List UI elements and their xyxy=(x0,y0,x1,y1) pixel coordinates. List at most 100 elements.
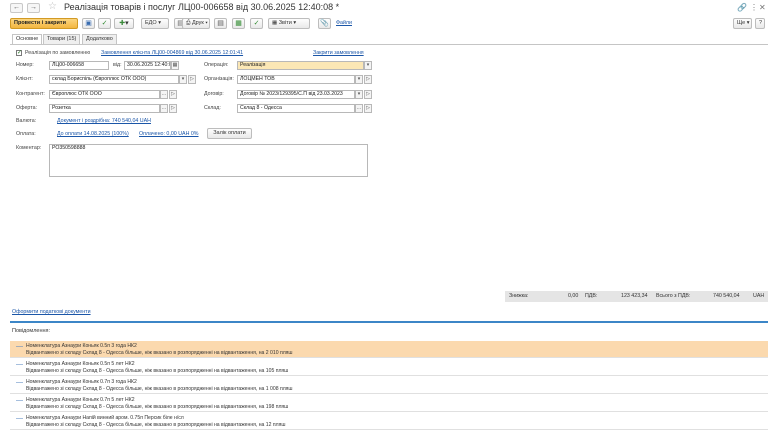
organization-open-icon[interactable]: ▷ xyxy=(364,75,372,84)
by-order-checkbox[interactable]: ✓ xyxy=(16,50,22,56)
more-button[interactable]: Ще ▾ xyxy=(733,18,752,29)
message-bullet-icon: — xyxy=(16,343,23,350)
files-link[interactable]: Файли xyxy=(336,20,352,26)
contract-label: Договір: xyxy=(204,91,224,97)
back-button[interactable]: ← xyxy=(10,3,23,13)
warehouse-field[interactable]: Склад 8 - Одесса xyxy=(237,104,355,113)
forward-button[interactable]: → xyxy=(27,3,40,13)
message-item[interactable]: — Номенклатура Азнаури Коньяк 0.7п 3 год… xyxy=(10,377,768,394)
more-label: Ще xyxy=(737,20,746,26)
offer-field[interactable]: Розетка xyxy=(49,104,160,113)
vat-value: 123 423,34 xyxy=(621,293,648,299)
title-bar: ← → ☆ Реалізація товарів і послуг ЛЦ00-0… xyxy=(0,0,768,16)
offer-select-icon[interactable]: ... xyxy=(160,104,168,113)
message-item[interactable]: — Номенклатура Азнаури Напій винний аром… xyxy=(10,413,768,430)
structure-icon[interactable]: ▦ xyxy=(232,18,245,29)
edo-button[interactable]: ЕДО ▾ xyxy=(141,18,169,29)
message-item[interactable]: — Номенклатура Азнаури Коньяк 0.7п 5 лет… xyxy=(10,395,768,412)
message-text: Відвантажено зі складу Склад 8 - Одесса … xyxy=(26,404,289,410)
save-icon[interactable]: ▣ xyxy=(82,18,95,29)
section-separator xyxy=(10,321,768,323)
message-bullet-icon: — xyxy=(16,361,23,368)
print-button[interactable]: ⎙ Друк ▾ xyxy=(182,18,210,29)
check-icon[interactable]: ✓ xyxy=(250,18,263,29)
print-label: Друк xyxy=(191,20,204,26)
operation-dropdown-icon[interactable]: ▾ xyxy=(364,61,372,70)
contract-field[interactable]: Договір № 2023/129395/С.П від 23.03.2023 xyxy=(237,90,355,99)
date-field[interactable]: 30.06.2025 12:40:08 xyxy=(124,61,171,70)
edo-label: ЕДО xyxy=(145,20,157,26)
messages-title: Повідомлення: xyxy=(12,328,51,334)
counterparty-label: Контрагент: xyxy=(16,91,45,97)
order-link[interactable]: Замовлення клієнта ЛЦ00-004869 від 30.06… xyxy=(101,50,243,56)
document-icon[interactable]: ▤ xyxy=(214,18,227,29)
calendar-icon[interactable]: ▦ xyxy=(171,61,179,70)
toolbar: Провести і закрити ▣ ✓ ✚▾ ЕДО ▾ ▤ ⎙ Друк… xyxy=(0,16,768,32)
message-title: Номенклатура Азнаури Напій винний аром. … xyxy=(26,415,184,421)
message-text: Відвантажено зі складу Склад 8 - Одесса … xyxy=(26,422,286,428)
currency-link[interactable]: Документ і роздрібна: 740 540,04 UAH xyxy=(57,118,151,124)
operation-select[interactable]: Реалізація xyxy=(237,61,364,70)
message-item[interactable]: — Номенклатура Азнаури Коньяк 0.5п 3 год… xyxy=(10,341,768,358)
organization-field[interactable]: ЛОЦМЕН ТОВ xyxy=(237,75,355,84)
warehouse-select-icon[interactable]: ... xyxy=(355,104,363,113)
message-bullet-icon: — xyxy=(16,397,23,404)
attach-icon[interactable]: 📎 xyxy=(318,18,331,29)
warehouse-open-icon[interactable]: ▷ xyxy=(364,104,372,113)
message-text: Відвантажено зі складу Склад 8 - Одесса … xyxy=(26,368,289,374)
discount-value: 0,00 xyxy=(568,293,579,299)
post-and-close-button[interactable]: Провести і закрити xyxy=(10,18,78,29)
message-title: Номенклатура Азнаури Коньяк 0.7п 3 года … xyxy=(26,379,137,385)
counterparty-field[interactable]: Європлюс ОТК ООО xyxy=(49,90,160,99)
comment-label: Коментар: xyxy=(16,145,42,151)
message-title: Номенклатура Азнаури Коньяк 0.5п 5 лет Н… xyxy=(26,361,135,367)
message-item[interactable]: — Номенклатура Азнаури Коньяк 0.5п 5 лет… xyxy=(10,359,768,376)
payment-offset-button[interactable]: Залік оплати xyxy=(207,128,252,139)
client-field[interactable]: склад Бориспіль (Європлюс ОТК ООО) xyxy=(49,75,179,84)
tax-documents-link[interactable]: Оформити податкові документи xyxy=(12,309,91,315)
tab-goods[interactable]: Товари (15) xyxy=(43,34,81,44)
by-order-label: Реалізація по замовленню xyxy=(25,50,91,56)
number-field[interactable]: ЛЦ00-006658 xyxy=(49,61,109,70)
offer-open-icon[interactable]: ▷ xyxy=(169,104,177,113)
contract-dropdown-icon[interactable]: ▾ xyxy=(355,90,363,99)
counterparty-open-icon[interactable]: ▷ xyxy=(169,90,177,99)
message-text: Відвантажено зі складу Склад 8 - Одесса … xyxy=(26,350,293,356)
client-dropdown-icon[interactable]: ▾ xyxy=(179,75,187,84)
reports-button[interactable]: ▦ Звіти ▾ xyxy=(268,18,310,29)
help-button[interactable]: ? xyxy=(755,18,765,29)
organization-dropdown-icon[interactable]: ▾ xyxy=(355,75,363,84)
operation-label: Операція: xyxy=(204,62,229,68)
comment-textarea[interactable]: РО350598888 xyxy=(49,144,368,177)
total-value: 740 540,04 xyxy=(713,293,740,299)
message-bullet-icon: — xyxy=(16,415,23,422)
total-label: Всього з ПДВ: xyxy=(656,293,691,299)
client-label: Клієнт: xyxy=(16,76,33,82)
total-currency: UAH xyxy=(753,293,765,299)
number-label: Номер: xyxy=(16,62,34,68)
tab-additional[interactable]: Додатково xyxy=(82,34,117,44)
message-text: Відвантажено зі складу Склад 8 - Одесса … xyxy=(26,386,293,392)
vat-label: ПДВ: xyxy=(585,293,598,299)
window-title: Реалізація товарів і послуг ЛЦ00-006658 … xyxy=(64,2,340,12)
payment-due-link[interactable]: До оплати 14.08.2025 (100%) xyxy=(57,131,129,137)
message-bullet-icon: — xyxy=(16,379,23,386)
date-label: від: xyxy=(113,62,122,68)
warehouse-label: Склад: xyxy=(204,105,221,111)
post-icon[interactable]: ✓ xyxy=(98,18,111,29)
message-title: Номенклатура Азнаури Коньяк 0.7п 5 лет Н… xyxy=(26,397,135,403)
favorite-star-icon[interactable]: ☆ xyxy=(48,1,57,12)
create-based-on-icon[interactable]: ✚▾ xyxy=(114,18,134,29)
contract-open-icon[interactable]: ▷ xyxy=(364,90,372,99)
close-orders-link[interactable]: Закрити замовлення xyxy=(313,50,364,56)
reports-label: Звіти xyxy=(278,20,292,26)
paid-link[interactable]: Оплачено: 0,00 UAH 0% xyxy=(139,131,199,137)
more-menu-icon[interactable]: ⋮ xyxy=(750,3,758,12)
discount-label: Знижка: xyxy=(509,293,529,299)
link-icon[interactable]: 🔗 xyxy=(737,3,747,12)
client-open-icon[interactable]: ▷ xyxy=(188,75,196,84)
close-icon[interactable]: ✕ xyxy=(759,3,766,12)
offer-label: Оферта: xyxy=(16,105,38,111)
counterparty-select-icon[interactable]: ... xyxy=(160,90,168,99)
organization-label: Організація: xyxy=(204,76,234,82)
